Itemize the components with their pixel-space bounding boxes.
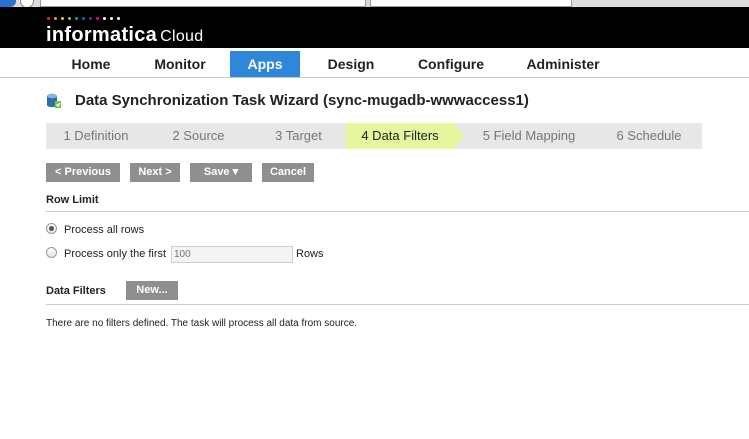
row-limit-divider: [46, 211, 749, 212]
rows-suffix-label: Rows: [296, 248, 324, 260]
logo-suffix: Cloud: [160, 28, 204, 45]
row-limit-heading: Row Limit: [46, 194, 99, 206]
save-button[interactable]: Save ▾: [190, 163, 252, 182]
app-header: informatica Cloud: [0, 7, 749, 48]
previous-button[interactable]: < Previous: [46, 163, 120, 182]
wizard-step-target[interactable]: 3 Target: [251, 123, 346, 149]
process-first-rows-label: Process only the first: [64, 248, 167, 260]
logo-dot: [96, 17, 99, 20]
logo-dot: [47, 17, 50, 20]
logo-dot: [82, 17, 85, 20]
logo-dots-icon: [47, 17, 124, 21]
wizard-step-schedule[interactable]: 6 Schedule: [596, 123, 702, 149]
process-all-rows-radio[interactable]: [46, 223, 57, 234]
nav-tab-design[interactable]: Design: [314, 51, 388, 77]
logo-dot: [117, 17, 120, 20]
wizard-step-data-filters[interactable]: 4 Data Filters: [346, 123, 464, 149]
logo-dot: [75, 17, 78, 20]
wizard-step-source[interactable]: 2 Source: [146, 123, 251, 149]
wizard-steps: 1 Definition 2 Source 3 Target 4 Data Fi…: [46, 123, 702, 149]
nav-tab-home[interactable]: Home: [46, 51, 136, 77]
nav-tab-apps[interactable]: Apps: [230, 51, 300, 77]
logo-dot: [54, 17, 57, 20]
cancel-button[interactable]: Cancel: [262, 163, 314, 182]
browser-search-bar[interactable]: [370, 0, 572, 7]
process-first-rows-radio[interactable]: [46, 247, 57, 258]
browser-address-bar[interactable]: [40, 0, 366, 7]
logo-dot: [110, 17, 113, 20]
page-title: Data Synchronization Task Wizard (sync-m…: [75, 92, 529, 109]
row-count-input[interactable]: [171, 246, 293, 263]
browser-tab-edge: [0, 0, 16, 7]
data-filters-divider: [46, 304, 749, 305]
logo-dot: [68, 17, 71, 20]
logo-dot: [61, 17, 64, 20]
logo-dot: [103, 17, 106, 20]
nav-tab-administer[interactable]: Administer: [514, 51, 612, 77]
logo-dot: [89, 17, 92, 20]
nav-tab-monitor[interactable]: Monitor: [136, 51, 224, 77]
process-all-rows-label: Process all rows: [64, 224, 145, 236]
informatica-logo[interactable]: informatica Cloud: [46, 24, 203, 47]
data-sync-task-icon: [47, 93, 61, 108]
data-filters-heading: Data Filters: [46, 285, 106, 297]
wizard-step-definition[interactable]: 1 Definition: [46, 123, 146, 149]
logo-text: informatica: [46, 24, 158, 46]
main-nav: Home Monitor Apps Design Configure Admin…: [0, 51, 749, 78]
nav-tab-configure[interactable]: Configure: [402, 51, 500, 77]
no-filters-message: There are no filters defined. The task w…: [46, 318, 358, 329]
new-filter-button[interactable]: New...: [126, 281, 178, 300]
next-button[interactable]: Next >: [130, 163, 180, 182]
browser-chrome: [0, 0, 749, 8]
wizard-step-field-mapping[interactable]: 5 Field Mapping: [466, 123, 592, 149]
